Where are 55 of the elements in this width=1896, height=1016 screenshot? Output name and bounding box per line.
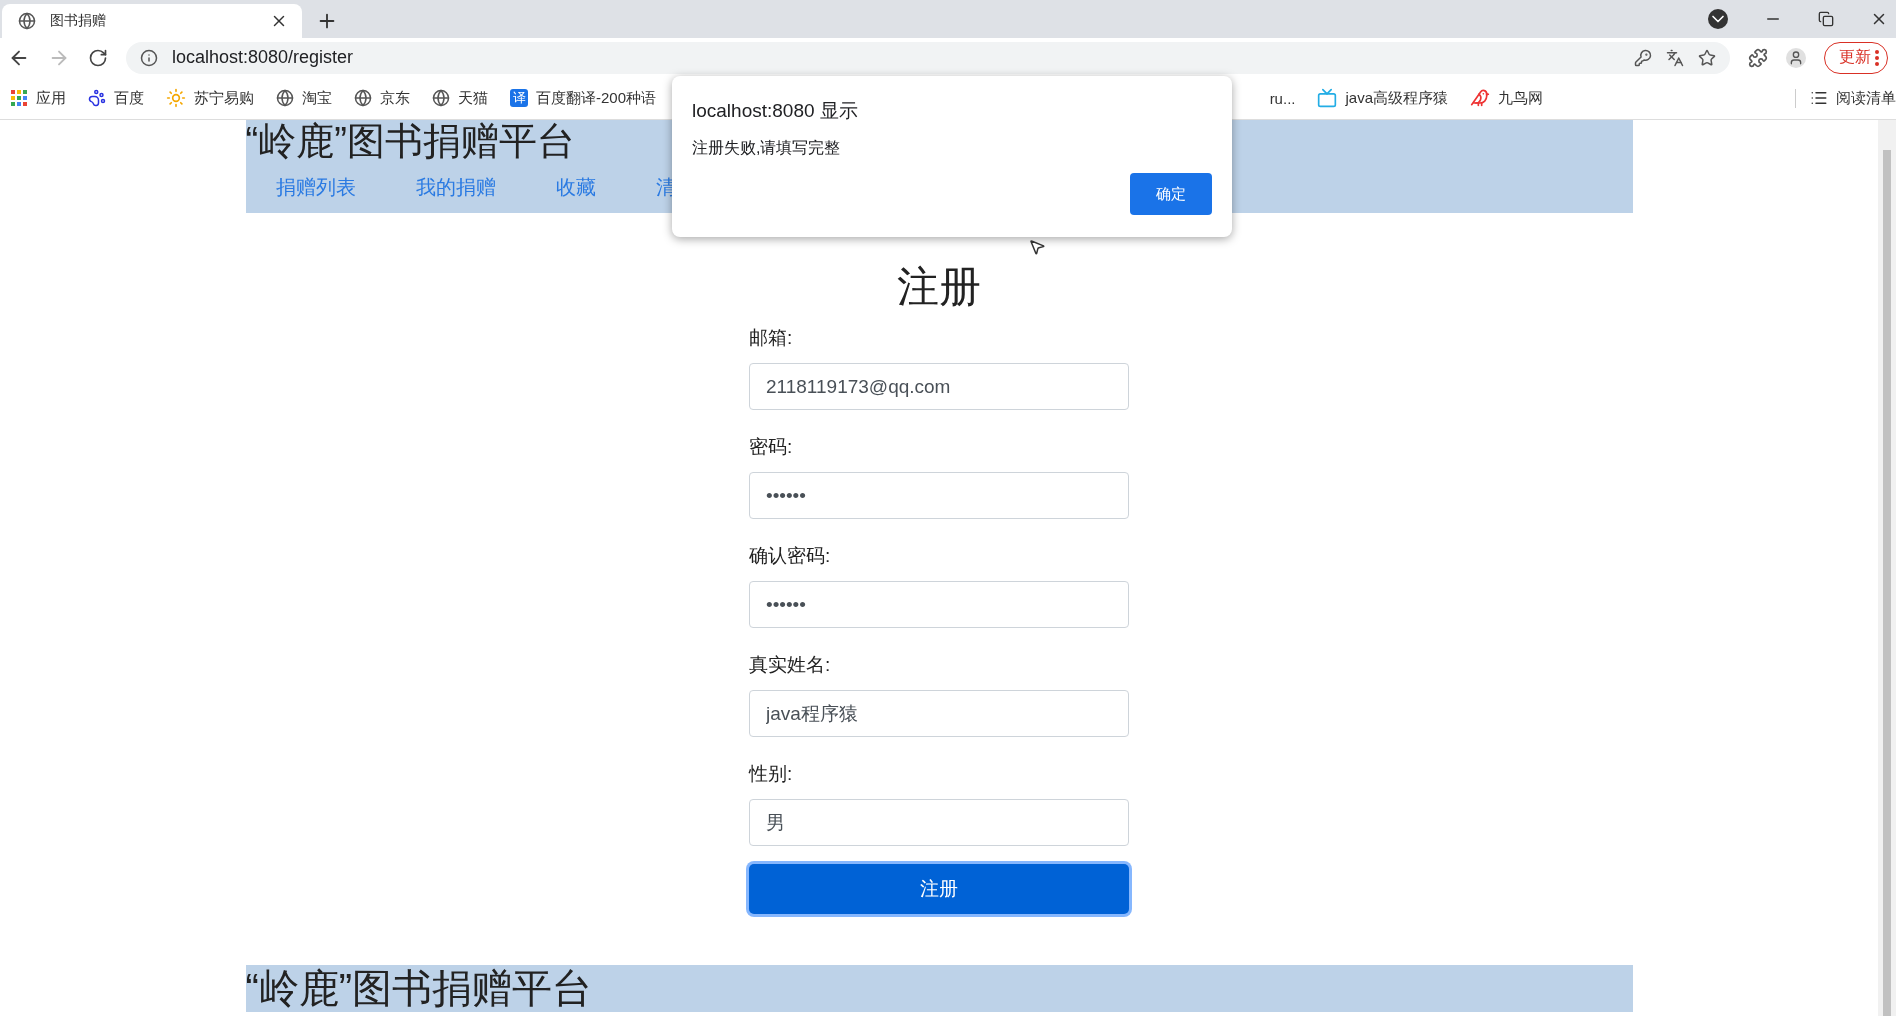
browser-tab[interactable]: 图书捐赠 <box>2 4 302 38</box>
key-icon[interactable] <box>1634 48 1652 67</box>
globe-icon <box>18 12 36 30</box>
info-icon[interactable] <box>140 48 158 67</box>
reading-list[interactable]: 阅读清单 <box>1795 88 1896 108</box>
field-label: 密码: <box>749 435 794 459</box>
apps-icon[interactable] <box>10 89 28 107</box>
scrollbar-thumb[interactable] <box>1883 150 1891 1016</box>
list-icon <box>1810 89 1828 107</box>
translate-icon[interactable]: 译 <box>510 89 528 107</box>
input-field[interactable]: •••••• <box>749 581 1129 628</box>
register-button[interactable]: 注册 <box>749 864 1129 914</box>
field-label: 真实姓名: <box>749 653 832 677</box>
star-icon[interactable] <box>1698 48 1716 67</box>
dialog-message: 注册失败,请填写完整 <box>692 138 842 158</box>
field-label: 性别: <box>749 762 794 786</box>
bookmark[interactable]: java高级程序猿 <box>1345 88 1448 108</box>
bookmark[interactable]: 百度翻译-200种语 <box>536 88 657 108</box>
update-button[interactable]: 更新 <box>1824 41 1888 74</box>
translate-icon[interactable] <box>1666 48 1684 67</box>
address-bar[interactable]: localhost:8080/register <box>126 41 1730 74</box>
bookmark[interactable]: 苏宁易购 <box>194 88 254 108</box>
bookmark[interactable]: 应用 <box>36 88 66 108</box>
extensions-icon[interactable] <box>1748 47 1768 68</box>
profile-icon[interactable] <box>1786 47 1806 68</box>
bookmark[interactable]: ru... <box>1269 89 1296 107</box>
globe-icon[interactable] <box>276 89 294 107</box>
field-label: 邮箱: <box>749 326 794 350</box>
globe-icon[interactable] <box>354 89 372 107</box>
tab-title: 图书捐赠 <box>50 12 107 30</box>
footer-title: “岭鹿”图书捐赠平台 <box>245 965 594 1012</box>
bookmark[interactable]: 天猫 <box>458 88 488 108</box>
form-title: 注册 <box>897 262 981 312</box>
url-text: localhost:8080/register <box>172 47 355 68</box>
globe-icon[interactable] <box>432 89 450 107</box>
restore-icon[interactable] <box>1818 11 1834 27</box>
paw-icon[interactable] <box>88 89 106 107</box>
bookmark[interactable]: 淘宝 <box>302 88 332 108</box>
cursor-icon <box>1028 238 1046 256</box>
bird-icon[interactable] <box>1470 88 1490 108</box>
input-field[interactable]: 男 <box>749 799 1129 846</box>
tv-icon[interactable] <box>1317 88 1338 108</box>
reload-icon[interactable] <box>88 47 108 68</box>
input-field[interactable]: •••••• <box>749 472 1129 519</box>
bookmark[interactable]: 京东 <box>380 88 410 108</box>
field-label: 确认密码: <box>749 544 832 568</box>
dialog-title: localhost:8080 显示 <box>692 99 859 123</box>
tab-search-icon[interactable] <box>1708 9 1728 29</box>
input-field[interactable]: java程序猿 <box>749 690 1129 737</box>
bookmark[interactable]: 百度 <box>114 88 144 108</box>
more-icon <box>1875 49 1879 66</box>
site-title: “岭鹿”图书捐赠平台 <box>245 120 575 162</box>
ok-button[interactable]: 确定 <box>1130 173 1212 215</box>
input-field[interactable]: 2118119173@qq.com <box>749 363 1129 410</box>
bookmark[interactable]: 九鸟网 <box>1498 88 1543 108</box>
